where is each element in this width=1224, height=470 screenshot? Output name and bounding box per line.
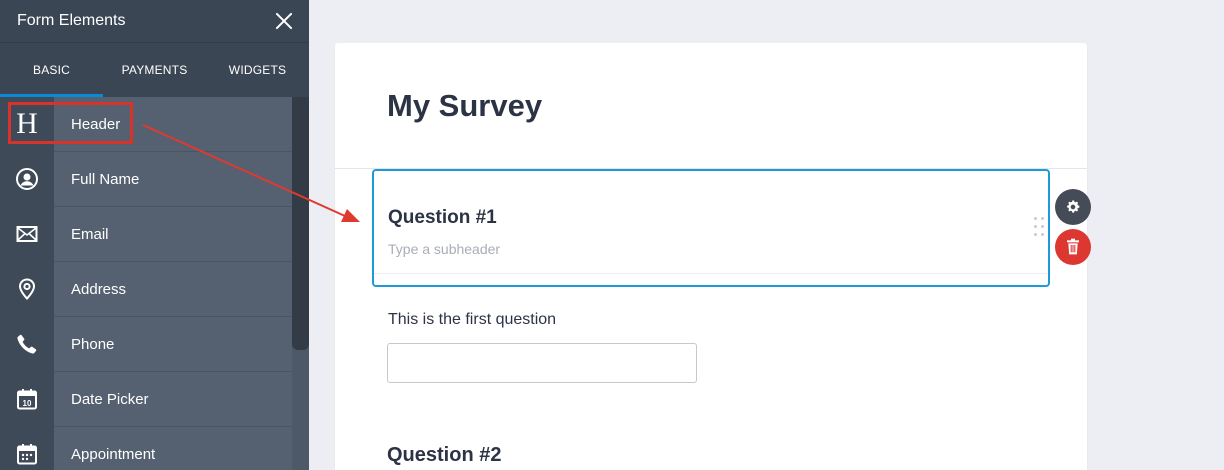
form-canvas: My Survey Question #1 Type a subheader T… [335,43,1091,470]
gear-icon [1067,200,1080,213]
element-item-phone[interactable]: Phone [0,316,292,372]
question-2-title[interactable]: Question #2 [387,444,501,467]
element-item-label: Date Picker [71,390,149,408]
element-item-label: Full Name [71,170,140,188]
tab-basic[interactable]: BASIC [0,43,103,97]
panel-scrollbar[interactable] [292,97,309,470]
tab-payments[interactable]: PAYMENTS [103,43,206,97]
question-label: This is the first question [388,311,557,328]
envelope-icon [0,206,54,262]
close-icon[interactable] [273,10,295,32]
drag-handle-icon[interactable] [1034,217,1046,239]
question-1-title[interactable]: Question #1 [388,207,497,229]
question-1-header-field[interactable]: Question #1 Type a subheader [372,169,1050,287]
element-item-date-picker[interactable]: 10 Date Picker [0,371,292,427]
divider [374,273,1048,274]
trash-icon [1067,238,1079,255]
panel-header: Form Elements [0,0,309,42]
element-item-email[interactable]: Email [0,206,292,262]
phone-icon [0,316,54,372]
calendar-icon: 10 [0,371,54,427]
element-item-label: Email [71,225,109,243]
element-list: H Header Full Name Email Address Phone 1… [0,96,292,470]
element-item-label: Phone [71,335,115,353]
delete-field-button[interactable] [1055,229,1091,265]
field-settings-button[interactable] [1055,189,1091,225]
tab-widgets[interactable]: WIDGETS [206,43,309,97]
element-item-label: Address [71,280,127,298]
appointment-calendar-icon [0,426,54,470]
scrollbar-thumb[interactable] [292,97,309,350]
element-item-address[interactable]: Address [0,261,292,317]
element-item-appointment[interactable]: Appointment [0,426,292,470]
form-elements-panel: Form Elements BASIC PAYMENTS WIDGETS H H… [0,0,309,470]
user-icon [0,151,54,207]
element-item-label: Appointment [71,445,156,463]
subheader-placeholder[interactable]: Type a subheader [388,241,500,257]
calendar-day: 10 [23,399,32,408]
annotation-highlight-box [8,102,133,144]
element-item-full-name[interactable]: Full Name [0,151,292,207]
location-pin-icon [0,261,54,317]
form-title[interactable]: My Survey [387,88,542,124]
element-tabs: BASIC PAYMENTS WIDGETS [0,42,309,97]
panel-title: Form Elements [17,12,126,29]
answer-input[interactable] [387,343,697,383]
